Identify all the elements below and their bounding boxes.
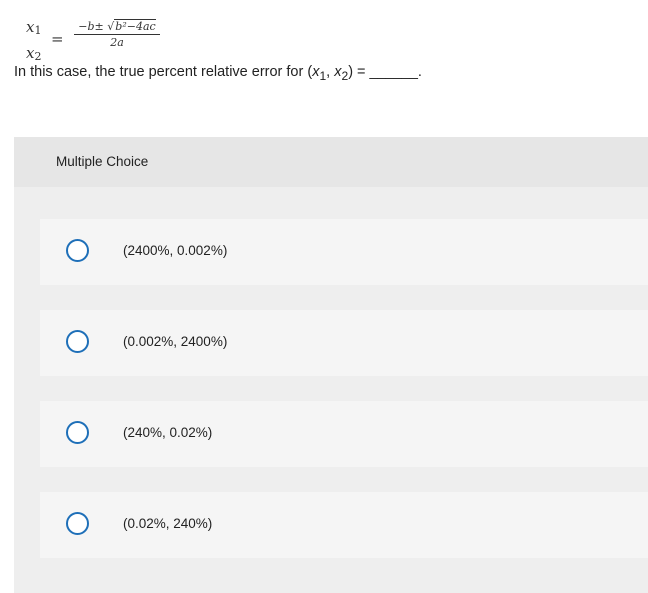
quadratic-formula: x1 x2 = −b± √b²−4ac 2a — [26, 18, 176, 63]
answer-option-label: (2400%, 0.002%) — [123, 243, 228, 258]
formula-numerator: −b± √b²−4ac — [74, 19, 160, 35]
formula-fraction: −b± √b²−4ac 2a — [74, 19, 160, 49]
question-text: In this case, the true percent relative … — [14, 64, 422, 83]
formula-x1: x1 — [26, 18, 42, 37]
answer-option-4[interactable]: (0.02%, 240%) — [40, 492, 648, 558]
answer-option-label: (0.002%, 2400%) — [123, 334, 228, 349]
question-page: x1 x2 = −b± √b²−4ac 2a In this case, the… — [0, 0, 648, 593]
radio-button-icon[interactable] — [66, 239, 89, 262]
answer-option-label: (240%, 0.02%) — [123, 425, 213, 440]
multiple-choice-panel: Multiple Choice (2400%, 0.002%) (0.002%,… — [14, 137, 648, 593]
formula-x2: x2 — [26, 44, 42, 63]
radio-button-icon[interactable] — [66, 512, 89, 535]
formula-denominator: 2a — [110, 36, 124, 49]
formula-radicand: b²−4ac — [114, 19, 156, 33]
answer-option-2[interactable]: (0.002%, 2400%) — [40, 310, 648, 376]
formula-equals: = — [51, 30, 64, 48]
answer-option-label: (0.02%, 240%) — [123, 516, 213, 531]
radio-button-icon[interactable] — [66, 421, 89, 444]
radio-button-icon[interactable] — [66, 330, 89, 353]
answer-option-3[interactable]: (240%, 0.02%) — [40, 401, 648, 467]
answer-option-1[interactable]: (2400%, 0.002%) — [40, 219, 648, 285]
multiple-choice-header: Multiple Choice — [14, 137, 648, 187]
multiple-choice-title: Multiple Choice — [56, 154, 149, 169]
